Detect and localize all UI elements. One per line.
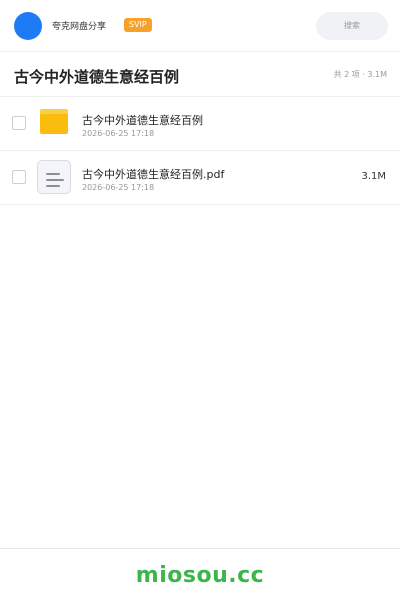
user-name[interactable]: 夸克网盘分享 (52, 19, 106, 32)
search-input[interactable]: 搜索 (316, 12, 388, 40)
list-item-folder[interactable]: 古今中外道德生意经百例 2026-06-25 17:18 (0, 97, 400, 151)
title-row: 古今中外道德生意经百例 共 2 项 · 3.1M (0, 52, 400, 97)
avatar[interactable] (14, 12, 42, 40)
list-item-file[interactable]: 古今中外道德生意经百例.pdf 2026-06-25 17:18 3.1M (0, 151, 400, 205)
select-checkbox[interactable] (12, 116, 26, 130)
file-date: 2026-06-25 17:18 (82, 129, 155, 138)
share-page: 夸克网盘分享 SVIP 搜索 古今中外道德生意经百例 共 2 项 · 3.1M … (0, 0, 400, 600)
file-date: 2026-06-25 17:18 (82, 183, 155, 192)
footer: miosou.cc (0, 548, 400, 600)
file-name[interactable]: 古今中外道德生意经百例.pdf (82, 166, 224, 182)
svip-badge: SVIP (124, 18, 152, 32)
footer-brand[interactable]: miosou.cc (0, 563, 400, 588)
folder-icon (40, 109, 68, 134)
file-name[interactable]: 古今中外道德生意经百例 (82, 112, 203, 128)
page-title: 古今中外道德生意经百例 (14, 68, 180, 86)
file-list: 古今中外道德生意经百例 2026-06-25 17:18 古今中外道德生意经百例… (0, 97, 400, 205)
header: 夸克网盘分享 SVIP 搜索 (0, 0, 400, 52)
file-size: 3.1M (361, 171, 386, 182)
file-summary: 共 2 项 · 3.1M (333, 70, 387, 79)
select-checkbox[interactable] (12, 170, 26, 184)
document-icon (37, 160, 71, 194)
